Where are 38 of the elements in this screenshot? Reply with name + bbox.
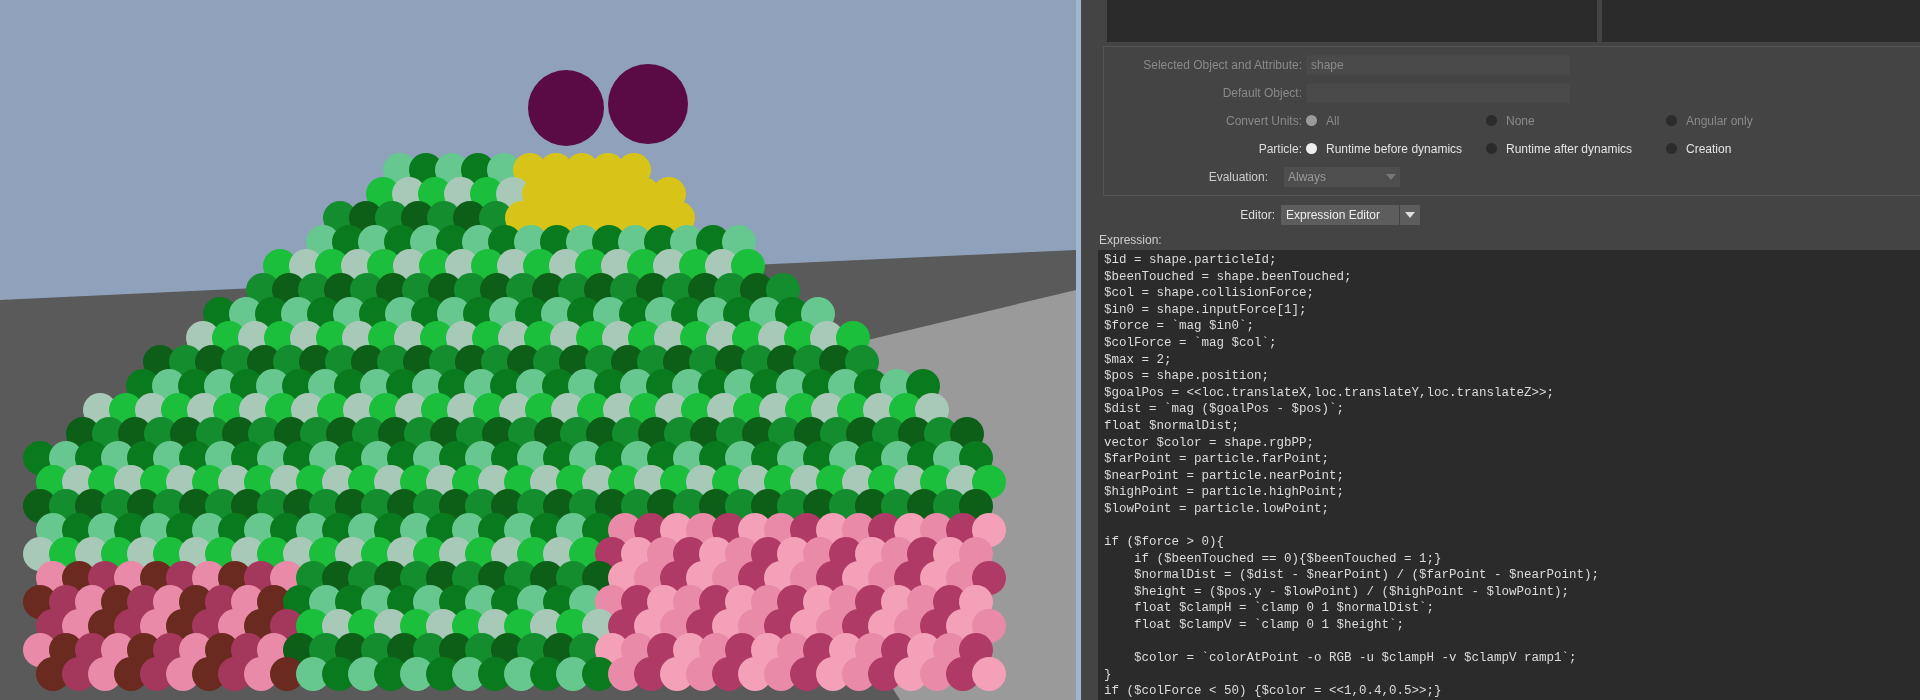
code-line: $goalPos = <<loc.translateX,loc.translateY,loc.translateZ>>; xyxy=(1104,384,1556,402)
code-line: $nearPoint = particle.nearPoint; xyxy=(1104,467,1346,485)
code-line: $color = `colorAtPoint -o RGB -u $clampH -v $clampV ramp1`; xyxy=(1133,650,1578,667)
caret-icon xyxy=(1405,212,1415,219)
field-label: Particle: xyxy=(1257,140,1303,158)
code-line: $lowPoint = particle.lowPoint; xyxy=(1104,500,1331,518)
expression-editor[interactable] xyxy=(1098,249,1920,700)
code-line: $beenTouched = shape.beenTouched; xyxy=(1104,268,1353,286)
code-line: $in0 = shape.inputForce[1]; xyxy=(1104,301,1308,319)
field-label: Default Object: xyxy=(1221,84,1303,102)
code-line: $colForce = `mag $col`; xyxy=(1104,334,1278,352)
code-line: $col = shape.collisionForce; xyxy=(1104,285,1316,302)
code-line: $pos = shape.position; xyxy=(1104,368,1271,385)
code-line: $force = `mag $in0`; xyxy=(1104,318,1256,335)
code-line: } xyxy=(1104,666,1113,684)
code-line: $dist = `mag ($goalPos - $pos)`; xyxy=(1104,401,1346,418)
code-line: if ($beenTouched == 0){$beenTouched = 1;} xyxy=(1133,550,1443,568)
expression-label: Expression: xyxy=(1098,231,1162,248)
caret-icon xyxy=(1386,173,1396,180)
code-line: $farPoint = particle.farPoint; xyxy=(1104,451,1331,468)
code-line: float $clampH = `clamp 0 1 $normalDist`; xyxy=(1133,600,1436,618)
code-line: float $normalDist; xyxy=(1104,417,1241,435)
code-line: $max = 2; xyxy=(1104,351,1173,369)
radio-option[interactable]: Runtime before dynamics xyxy=(1306,139,1486,158)
editor-label: Editor: xyxy=(1239,207,1276,225)
radio-option[interactable]: Runtime after dynamics xyxy=(1486,139,1666,158)
field-label: Convert Units: xyxy=(1224,112,1303,130)
code-line: if ($colForce < 50) {$color = <<1,0.4,0.5>>;} xyxy=(1104,683,1443,700)
field-label: Selected Object and Attribute: xyxy=(1142,56,1303,74)
code-line: vector $color = shape.rgbPP; xyxy=(1104,434,1316,452)
radio-option[interactable]: Creation xyxy=(1666,139,1866,158)
code-line: $highPoint = particle.highPoint; xyxy=(1104,484,1346,501)
code-line: $normalDist = ($dist - $nearPoint) / ($farPoint - $nearPoint); xyxy=(1133,567,1601,584)
code-line: $height = ($pos.y - $lowPoint) / ($highPoint - $lowPoint); xyxy=(1133,583,1571,601)
code-line: float $clampV = `clamp 0 1 $height`; xyxy=(1133,617,1406,634)
code-line: $id = shape.particleId; xyxy=(1104,251,1278,269)
field-label: Evaluation: xyxy=(1207,168,1269,186)
code-line: if ($force > 0){ xyxy=(1104,534,1226,551)
